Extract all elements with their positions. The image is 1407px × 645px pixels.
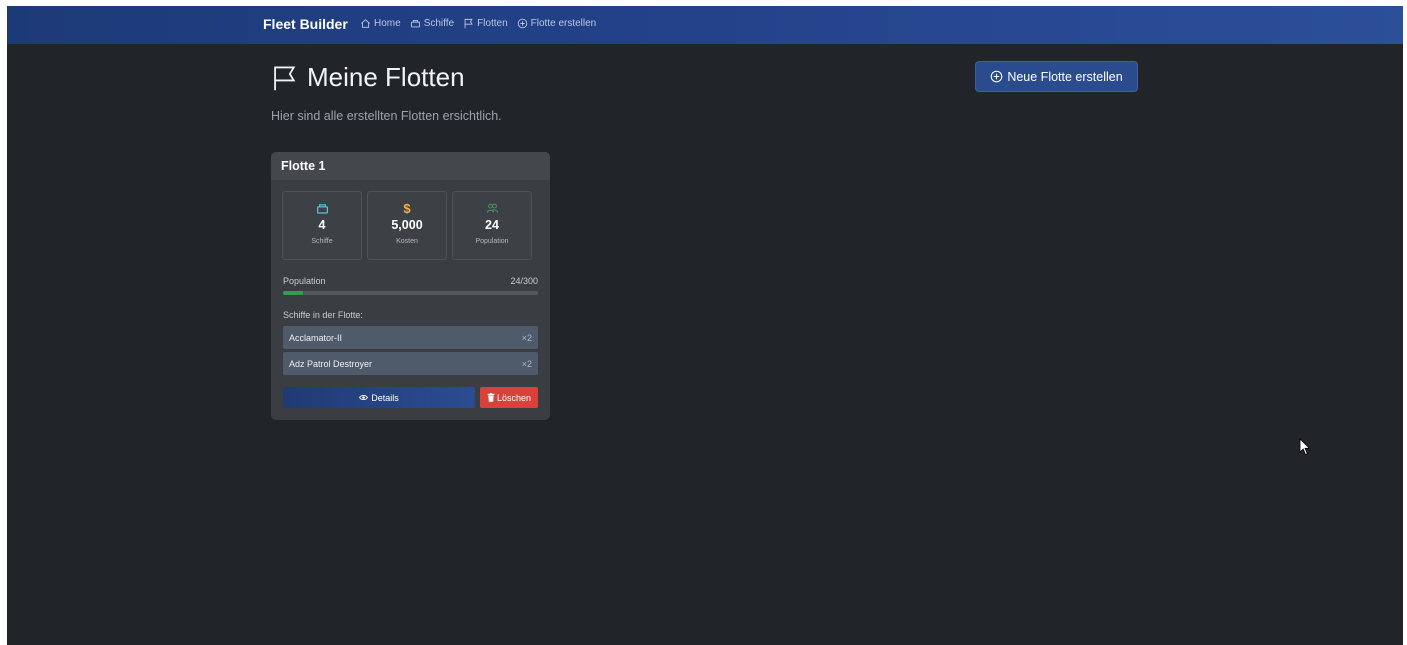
details-button[interactable]: Details — [283, 387, 475, 408]
delete-button[interactable]: Löschen — [480, 387, 538, 408]
ship-icon — [316, 201, 329, 215]
stat-cost-label: Kosten — [396, 238, 418, 245]
population-row: Population 24/300 — [283, 276, 538, 286]
plus-circle-icon — [991, 70, 1003, 83]
nav-link-flotten-label: Flotten — [477, 18, 508, 29]
page-title: Meine Flotten — [271, 62, 465, 93]
dollar-symbol: $ — [403, 200, 411, 216]
stat-cost: $ 5,000 Kosten — [367, 191, 447, 260]
ship-name: Acclamator-II — [289, 332, 343, 343]
population-progress-fill — [283, 291, 304, 295]
delete-button-label: Löschen — [496, 392, 532, 403]
population-progress-bar — [283, 291, 538, 295]
ship-count: ×2 — [521, 332, 532, 343]
population-label: Population — [283, 276, 326, 286]
page-subtitle: Hier sind alle erstellten Flotten ersich… — [271, 109, 502, 123]
fleet-card-title: Flotte 1 — [271, 152, 550, 180]
stat-population-value: 24 — [485, 218, 499, 232]
flag-icon — [464, 18, 473, 29]
ship-name: Adz Patrol Destroyer — [289, 358, 373, 369]
list-item: Adz Patrol Destroyer ×2 — [283, 352, 538, 375]
nav-link-flotte-erstellen[interactable]: Flotte erstellen — [517, 18, 597, 29]
mouse-cursor-icon — [1299, 438, 1311, 456]
ship-icon — [410, 19, 420, 28]
fleet-stats: 4 Schiffe $ 5,000 Kosten 24 Population — [282, 191, 532, 260]
house-icon — [361, 19, 370, 28]
page-title-text: Meine Flotten — [307, 62, 465, 92]
nav-link-schiffe-label: Schiffe — [423, 18, 455, 29]
app-window: Fleet Builder Home Schiffe Flotten Flott… — [7, 6, 1403, 645]
dollar-icon: $ — [403, 200, 411, 216]
ships-in-fleet-label: Schiffe in der Flotte: — [283, 310, 363, 320]
nav-links: Home Schiffe Flotten Flotte erstellen — [360, 18, 605, 29]
nav-link-home-label: Home — [374, 18, 401, 29]
stat-cost-value: 5,000 — [391, 218, 423, 232]
details-button-label: Details — [371, 392, 399, 403]
stat-population-label: Population — [475, 238, 509, 245]
eye-icon — [359, 394, 369, 401]
navbar: Fleet Builder Home Schiffe Flotten Flott… — [7, 6, 1403, 44]
nav-link-home[interactable]: Home — [360, 18, 401, 29]
brand-logo[interactable]: Fleet Builder — [263, 16, 348, 32]
plus-circle-icon — [517, 18, 527, 29]
list-item: Acclamator-II ×2 — [283, 326, 538, 349]
nav-link-flotte-erstellen-label: Flotte erstellen — [530, 18, 597, 29]
people-icon — [486, 201, 499, 215]
fleet-card: Flotte 1 4 Schiffe $ 5,000 Kosten 24 Pop… — [271, 152, 550, 420]
stat-population: 24 Population — [452, 191, 532, 260]
stat-ships-value: 4 — [318, 218, 326, 232]
population-count: 24/300 — [510, 276, 538, 286]
stat-ships-label: Schiffe — [311, 238, 333, 245]
stat-ships: 4 Schiffe — [282, 191, 362, 260]
ship-count: ×2 — [521, 358, 532, 369]
flag-icon — [274, 66, 296, 90]
nav-link-schiffe[interactable]: Schiffe — [410, 18, 454, 29]
new-fleet-button-label: Neue Flotte erstellen — [1007, 69, 1123, 84]
new-fleet-button[interactable]: Neue Flotte erstellen — [975, 61, 1138, 92]
nav-link-flotten[interactable]: Flotten — [463, 18, 508, 29]
trash-icon — [487, 393, 495, 402]
